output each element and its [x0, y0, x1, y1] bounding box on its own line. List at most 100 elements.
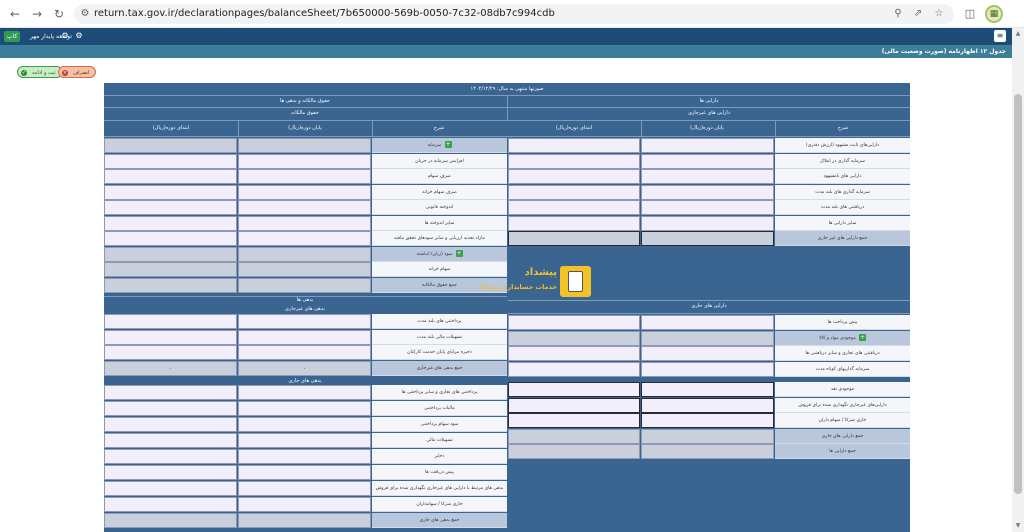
amount-input[interactable]	[104, 329, 237, 345]
amount-input[interactable]	[104, 433, 237, 448]
amount-input[interactable]	[641, 138, 774, 153]
row-label-text: سود (زیان) انباشته	[416, 251, 453, 257]
row-label: پیش پرداخت ها	[775, 315, 910, 330]
row-label: بدهی های مرتبط با دارایی های غیرجاری نگه…	[372, 481, 507, 496]
amount-input[interactable]	[508, 315, 640, 330]
amount-input[interactable]	[238, 497, 371, 512]
amount-input	[508, 444, 640, 459]
amount-input[interactable]	[641, 382, 774, 397]
amount-input[interactable]	[238, 231, 371, 246]
amount-input[interactable]	[508, 200, 640, 215]
save-continue-button[interactable]: ✓ ثبت و ادامه	[17, 66, 63, 78]
scroll-down-icon[interactable]: ▼	[1014, 522, 1022, 530]
amount-input[interactable]	[508, 346, 640, 361]
site-info-icon[interactable]: ⚙	[77, 6, 93, 22]
side-panel-icon[interactable]: ◫	[960, 4, 980, 24]
row-label-text: سهام خزانه	[428, 267, 451, 272]
amount-input[interactable]	[508, 169, 640, 184]
amount-input[interactable]	[641, 184, 774, 200]
page-scrollbar[interactable]: ▲ ▼	[1012, 28, 1024, 532]
amount-input[interactable]	[104, 345, 237, 360]
header-badge[interactable]: کاپ	[4, 31, 21, 42]
amount-input[interactable]	[508, 184, 640, 200]
url-text[interactable]: return.tax.gov.ir/declarationpages/balan…	[94, 4, 555, 24]
amount-input[interactable]	[238, 433, 371, 448]
amount-input[interactable]	[238, 385, 371, 400]
check-icon: ✓	[21, 70, 27, 76]
amount-input[interactable]	[238, 401, 371, 416]
amount-input[interactable]	[238, 200, 371, 215]
amount-input[interactable]	[641, 346, 774, 361]
divider	[775, 120, 776, 136]
amount-input[interactable]	[238, 345, 371, 360]
amount-input[interactable]	[104, 215, 237, 231]
amount-input[interactable]	[238, 481, 371, 496]
amount-input[interactable]	[104, 449, 237, 464]
row-label: جمع دارایی ها	[775, 444, 910, 459]
amount-input[interactable]	[104, 465, 237, 480]
amount-input[interactable]	[641, 215, 774, 231]
amount-input[interactable]	[238, 449, 371, 464]
menu-icon[interactable]: ≡	[994, 30, 1006, 42]
amount-input[interactable]	[238, 417, 371, 432]
scroll-up-icon[interactable]: ▲	[1014, 30, 1022, 38]
amount-input[interactable]	[104, 401, 237, 416]
expand-plus-icon[interactable]: +	[444, 141, 452, 148]
back-icon[interactable]: ←	[6, 5, 24, 23]
expand-plus-icon[interactable]: +	[455, 249, 463, 257]
amount-input[interactable]	[641, 413, 774, 428]
amount-input[interactable]	[104, 385, 237, 400]
notification-icon[interactable]: ⚙	[60, 31, 70, 41]
amount-input[interactable]	[641, 153, 774, 169]
col-end-left: پایان دوره(ریال)	[288, 125, 322, 131]
amount-input[interactable]	[104, 153, 237, 169]
amount-input[interactable]	[641, 200, 774, 215]
amount-input[interactable]	[508, 361, 640, 377]
amount-input[interactable]	[104, 481, 237, 496]
amount-input[interactable]	[508, 382, 640, 397]
settings-icon[interactable]: ⚙	[74, 31, 84, 41]
amount-input[interactable]	[104, 200, 237, 215]
address-bar[interactable]: ⚙ return.tax.gov.ir/declarationpages/bal…	[74, 4, 954, 24]
amount-input[interactable]	[508, 413, 640, 428]
amount-input[interactable]	[238, 215, 371, 231]
amount-input: ۰	[104, 360, 237, 376]
amount-input[interactable]	[238, 184, 371, 200]
amount-input[interactable]	[104, 314, 237, 329]
amount-input[interactable]	[508, 397, 640, 413]
row-label-text: جمع حقوق مالکانه	[422, 282, 457, 288]
amount-input[interactable]	[104, 417, 237, 432]
amount-input[interactable]	[641, 397, 774, 413]
amount-input[interactable]	[238, 169, 371, 184]
amount-input[interactable]	[104, 497, 237, 512]
amount-input[interactable]	[508, 215, 640, 231]
reload-icon[interactable]: ↻	[50, 5, 68, 23]
amount-input[interactable]	[641, 315, 774, 330]
amount-input[interactable]	[238, 465, 371, 480]
amount-input[interactable]	[641, 169, 774, 184]
expand-plus-icon[interactable]: +	[858, 333, 866, 341]
zoom-icon[interactable]: ⚲	[890, 6, 906, 22]
site-header: کاپ توسعه پایدار مهر ⚙ ⚙ ≡	[0, 28, 1012, 45]
amount-input[interactable]	[104, 231, 237, 246]
amount-input[interactable]	[508, 153, 640, 169]
amount-input[interactable]	[238, 153, 371, 169]
row-label: دارایی‌های غیرجاری نگهداری شده برای فروش	[775, 397, 910, 413]
cancel-button[interactable]: × انصراف	[58, 66, 97, 78]
amount-input[interactable]	[238, 329, 371, 345]
amount-input[interactable]	[104, 169, 237, 184]
profile-avatar-icon[interactable]: ▦	[985, 5, 1003, 23]
amount-input[interactable]	[641, 361, 774, 377]
amount-input[interactable]	[238, 314, 371, 329]
amount-input[interactable]	[508, 138, 640, 153]
scroll-thumb[interactable]	[1014, 94, 1022, 494]
bookmark-star-icon[interactable]: ☆	[931, 6, 947, 22]
forward-icon[interactable]: →	[28, 5, 46, 23]
save-label: ثبت و ادامه	[32, 70, 56, 76]
row-label-text: سرمایه	[427, 143, 442, 148]
row-label: جمع بدهی های غیرجاری	[372, 360, 507, 376]
amount-input[interactable]	[104, 184, 237, 200]
share-icon[interactable]: ⇗	[910, 6, 926, 22]
right-header: دارایی ها	[699, 98, 719, 104]
row-label-text: پرداختنی های بلند مدت	[417, 319, 462, 324]
